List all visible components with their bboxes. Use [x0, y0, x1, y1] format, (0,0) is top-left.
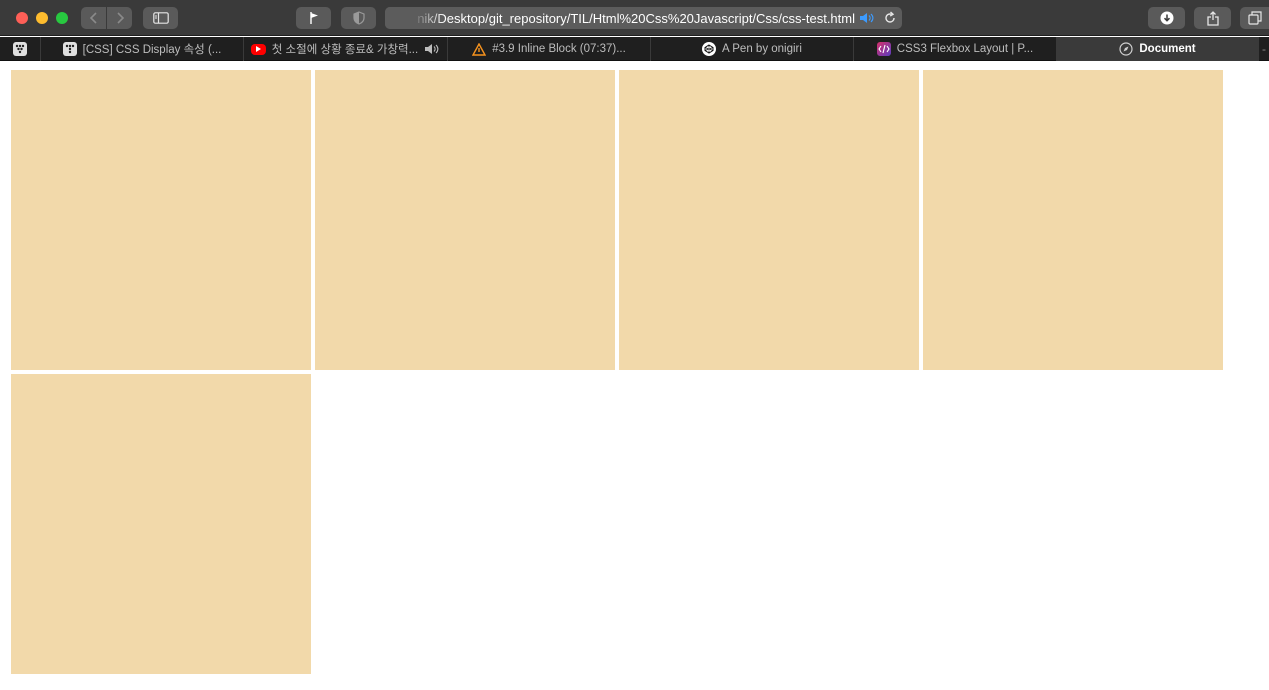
- forward-button[interactable]: [107, 7, 132, 29]
- nomad-icon: [472, 42, 487, 56]
- tab-css-display[interactable]: [CSS] CSS Display 속성 (...: [40, 37, 243, 61]
- code-icon: [876, 42, 891, 56]
- tab-label: CSS3 Flexbox Layout | P...: [896, 43, 1034, 55]
- privacy-report-button[interactable]: [341, 7, 376, 29]
- sidebar-icon: [152, 12, 169, 24]
- tab-document[interactable]: Document: [1056, 37, 1258, 61]
- tab-label: [CSS] CSS Display 속성 (...: [82, 44, 222, 56]
- box-item-1: [11, 70, 311, 370]
- box-item-3: [619, 70, 919, 370]
- tab-bar: [CSS] CSS Display 속성 (... 첫 소절에 상황 종료& 가…: [0, 37, 1269, 61]
- box-item-2: [315, 70, 615, 370]
- flag-icon: [309, 12, 318, 24]
- address-bar[interactable]: nik/Desktop/git_repository/TIL/Html%20Cs…: [385, 7, 902, 29]
- compass-icon: [1119, 42, 1133, 56]
- box-item-4: [923, 70, 1223, 370]
- chevron-right-icon: [116, 12, 124, 24]
- download-icon: [1160, 11, 1173, 25]
- tab-group-button[interactable]: [0, 37, 40, 61]
- tab-flexbox[interactable]: CSS3 Flexbox Layout | P...: [853, 37, 1056, 61]
- tab-codepen[interactable]: A Pen by onigiri: [650, 37, 853, 61]
- window-close-button[interactable]: [16, 12, 28, 24]
- grid-icon: [13, 42, 27, 56]
- browser-toolbar: nik/Desktop/git_repository/TIL/Html%20Cs…: [0, 0, 1269, 36]
- reload-icon[interactable]: [883, 11, 897, 25]
- tab-label: #3.9 Inline Block (07:37)...: [492, 43, 626, 55]
- extension-button[interactable]: [296, 7, 331, 29]
- tab-inline-block[interactable]: #3.9 Inline Block (07:37)...: [447, 37, 650, 61]
- downloads-button[interactable]: [1148, 7, 1185, 29]
- share-icon: [1206, 10, 1219, 26]
- tab-overview-button[interactable]: [1240, 7, 1269, 29]
- tab-youtube[interactable]: 첫 소절에 상황 종료& 가창력...: [243, 37, 447, 61]
- tab-label: Document: [1139, 43, 1196, 55]
- tab-audio-icon[interactable]: [424, 43, 440, 55]
- codepen-icon: [702, 42, 717, 56]
- back-button[interactable]: [81, 7, 107, 29]
- history-nav: [81, 7, 132, 29]
- tabs-icon: [1247, 11, 1262, 25]
- youtube-icon: [250, 43, 266, 55]
- shield-icon: [352, 11, 365, 25]
- tab-label: 첫 소절에 상황 종료& 가창력...: [271, 44, 419, 56]
- box-item-5: [11, 374, 311, 674]
- sidebar-toggle-button[interactable]: [143, 7, 178, 29]
- address-text: nik/Desktop/git_repository/TIL/Html%20Cs…: [417, 10, 855, 26]
- window-minimize-button[interactable]: [36, 12, 48, 24]
- address-fade: [385, 7, 445, 29]
- new-tab-button[interactable]: -: [1258, 37, 1269, 61]
- speaker-icon[interactable]: [859, 12, 875, 24]
- tistory-icon: [62, 42, 77, 56]
- share-button[interactable]: [1194, 7, 1231, 29]
- tab-label: A Pen by onigiri: [722, 43, 802, 55]
- page-viewport: [0, 62, 1269, 690]
- window-zoom-button[interactable]: [56, 12, 68, 24]
- chevron-left-icon: [89, 12, 97, 24]
